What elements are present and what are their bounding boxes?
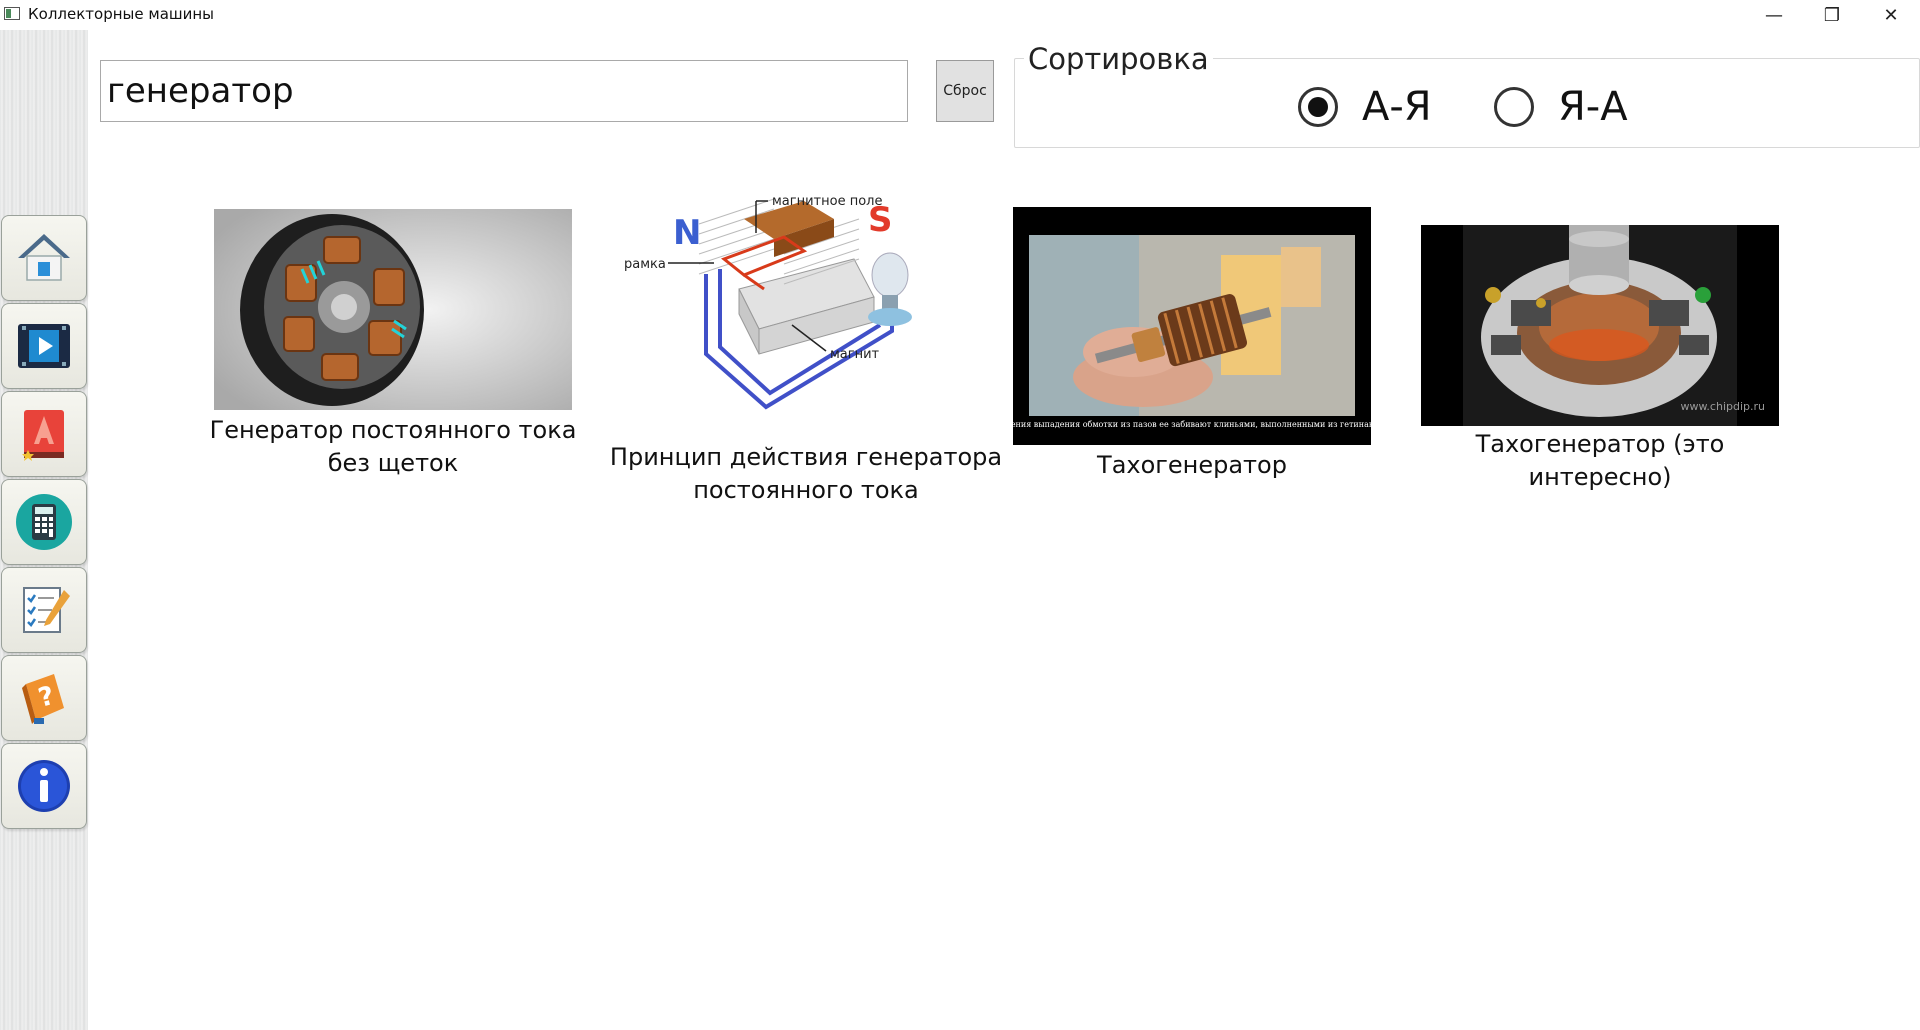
sidebar-info-button[interactable] [1,743,87,829]
magnet-label: магнит [830,347,880,362]
result-caption[interactable]: Тахогенератор [1097,449,1287,482]
video-icon [18,324,70,368]
reset-button[interactable]: Сброс [936,60,994,122]
title-bar: Коллекторные машины — ❐ ✕ [0,0,1920,30]
brushless-generator-image[interactable] [214,209,572,410]
close-button[interactable]: ✕ [1862,0,1920,30]
sidebar-home-button[interactable] [1,215,87,301]
window-title: Коллекторные машины [28,5,215,23]
frame-label: рамка [624,257,666,272]
sort-az-label[interactable]: А-Я [1362,84,1432,130]
sidebar-help-button[interactable]: ? [1,655,87,741]
field-label: магнитное поле [772,194,882,209]
result-card[interactable]: www.chipdip.ru Тахогенератор (это интере… [1410,225,1790,494]
dc-generator-principle-diagram[interactable]: магнитное поле рамка магнит N S [624,179,988,441]
help-icon: ? [22,674,64,724]
south-pole-label: S [868,200,893,240]
sort-za-label[interactable]: Я-А [1558,84,1628,130]
book-icon [22,410,64,461]
app-icon [4,7,20,20]
sidebar-test-button[interactable] [1,567,87,653]
info-icon [18,760,70,812]
home-icon [18,234,70,281]
maximize-button[interactable]: ❐ [1803,0,1861,30]
north-pole-label: N [673,213,701,253]
tachogenerator-video-image[interactable]: Для предотвращения выпадения обмотки из … [1013,207,1371,445]
result-card[interactable]: магнитное поле рамка магнит N S Принцип … [604,179,1008,507]
sort-az-radio[interactable]: А-Я [1298,84,1432,130]
minimize-button[interactable]: — [1745,0,1803,30]
test-icon [23,587,70,633]
sort-za-radio[interactable]: Я-А [1494,84,1628,130]
calculator-icon [16,494,72,550]
result-caption[interactable]: Генератор постоянного тока без щеток [210,414,577,480]
sidebar-calculator-button[interactable] [1,479,87,565]
result-caption[interactable]: Принцип действия генератора постоянного … [610,441,1002,507]
sidebar-book-button[interactable] [1,391,87,477]
sidebar-video-button[interactable] [1,303,87,389]
watermark-text: www.chipdip.ru [1680,400,1765,413]
video-subtitle: Для предотвращения выпадения обмотки из … [1013,420,1371,429]
sidebar: ? [0,30,88,1030]
sort-legend: Сортировка [1024,42,1213,76]
result-caption[interactable]: Тахогенератор (это интересно) [1410,428,1790,494]
search-input[interactable] [100,60,908,122]
tachogenerator-photo-image[interactable]: www.chipdip.ru [1421,225,1779,426]
result-card[interactable]: Для предотвращения выпадения обмотки из … [1012,207,1372,482]
result-card[interactable]: Генератор постоянного тока без щеток [193,209,593,480]
radio-button-selected[interactable] [1298,87,1338,127]
radio-button-unselected[interactable] [1494,87,1534,127]
